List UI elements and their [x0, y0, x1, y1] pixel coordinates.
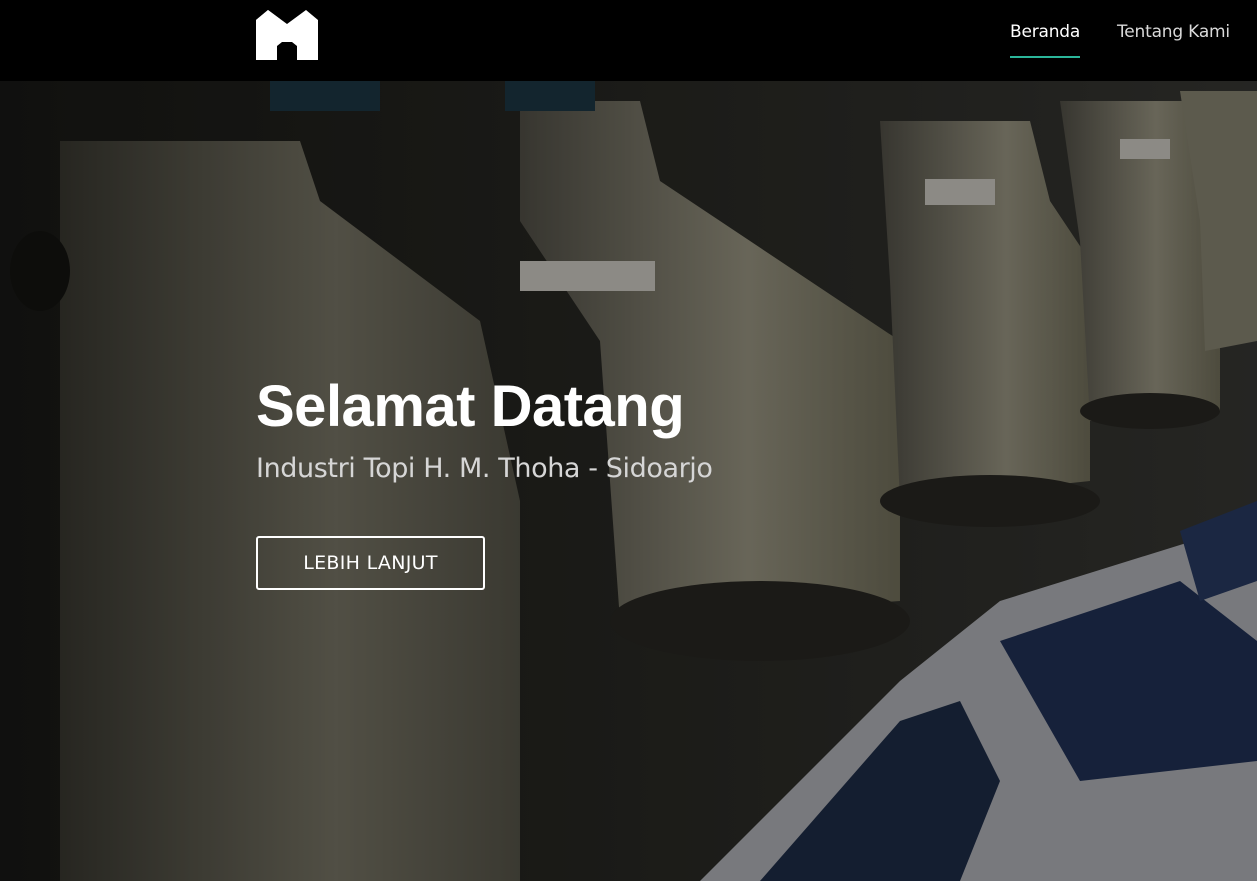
hero-subtitle: Industri Topi H. M. Thoha - Sidoarjo: [256, 453, 713, 484]
nav-link-tentang-kami[interactable]: Tentang Kami: [1117, 22, 1230, 42]
nav-link-beranda[interactable]: Beranda: [1010, 22, 1080, 58]
lebih-lanjut-button[interactable]: LEBIH LANJUT: [256, 536, 485, 590]
logo-icon[interactable]: [256, 10, 318, 60]
hero-title: Selamat Datang: [256, 374, 685, 439]
navbar: Beranda Tentang Kami: [0, 0, 1257, 81]
hero-section: Selamat Datang Industri Topi H. M. Thoha…: [0, 81, 1257, 881]
